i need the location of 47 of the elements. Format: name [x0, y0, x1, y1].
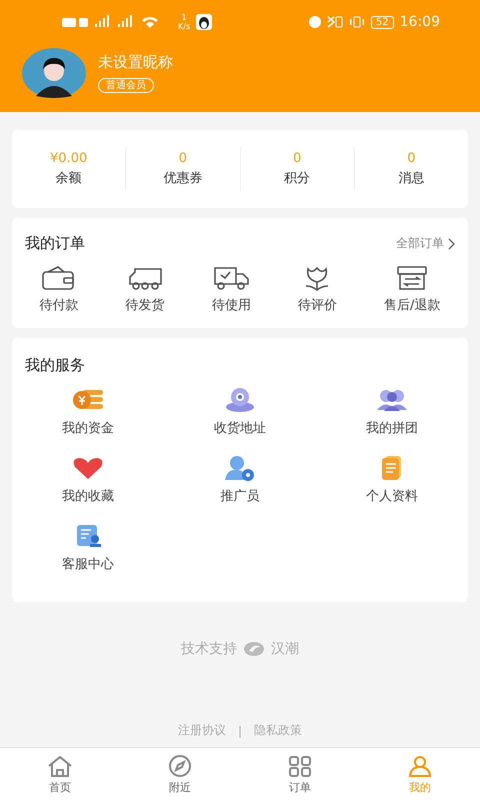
avatar-icon[interactable] [22, 48, 86, 98]
stat-item[interactable]: 0 消息 [354, 147, 468, 191]
grid-icon [286, 754, 314, 778]
nickname: 未设置昵称 [98, 53, 173, 72]
status-time: 16:09 [400, 14, 440, 30]
battery-indicator: 52 [370, 16, 394, 28]
order-status-button[interactable]: 待发货 [126, 265, 165, 314]
stat-item[interactable]: 0 积分 [240, 147, 354, 191]
link-separator: | [238, 724, 242, 738]
service-button[interactable]: 收货地址 [164, 387, 316, 437]
tab-item[interactable]: 附近 [120, 748, 240, 800]
order-status-button[interactable]: 待付款 [40, 265, 79, 314]
order-status-button[interactable]: 待使用 [212, 265, 251, 314]
delivery-truck-icon [212, 265, 250, 291]
stat-item[interactable]: ¥0.00 余额 [12, 147, 126, 191]
brand-name: 汉潮 [271, 640, 299, 658]
vibrate-icon [348, 16, 365, 28]
network-speed: 1 [182, 13, 187, 22]
speed-unit: K/s [178, 22, 190, 31]
stat-item[interactable]: 0 优惠券 [125, 147, 240, 191]
group-icon [375, 387, 409, 413]
user-badge-icon [223, 455, 257, 481]
home-icon [46, 754, 74, 778]
service-button[interactable]: 我的收藏 [12, 455, 164, 505]
support-label: 技术支持 [181, 640, 237, 658]
order-status-button[interactable]: 售后/退款 [384, 265, 440, 314]
service-button[interactable]: 我的资金 [12, 387, 164, 437]
section-title: 我的订单 [25, 234, 85, 253]
service-button[interactable]: 我的拼团 [316, 387, 468, 437]
section-title: 我的服务 [24, 355, 86, 375]
person-icon [406, 754, 434, 778]
compass-icon [166, 754, 194, 778]
brand-logo-icon [243, 641, 265, 657]
location-pin-icon [223, 387, 257, 413]
service-button[interactable]: 推广员 [164, 455, 316, 505]
all-orders-link[interactable]: 全部订单 [396, 235, 456, 252]
service-button[interactable]: 客服中心 [12, 523, 164, 573]
member-badge: 普通会员 [98, 78, 154, 93]
chevron-right-icon [448, 238, 456, 250]
order-status-button[interactable]: 待评价 [298, 265, 337, 314]
penguin-icon [196, 14, 212, 30]
heart-icon [71, 455, 105, 481]
truck-icon [126, 265, 164, 291]
tab-item[interactable]: 订单 [240, 748, 360, 800]
tab-item[interactable]: 首页 [0, 748, 120, 800]
service-button[interactable]: 个人资料 [316, 455, 468, 505]
bluetooth-icon [326, 16, 343, 28]
